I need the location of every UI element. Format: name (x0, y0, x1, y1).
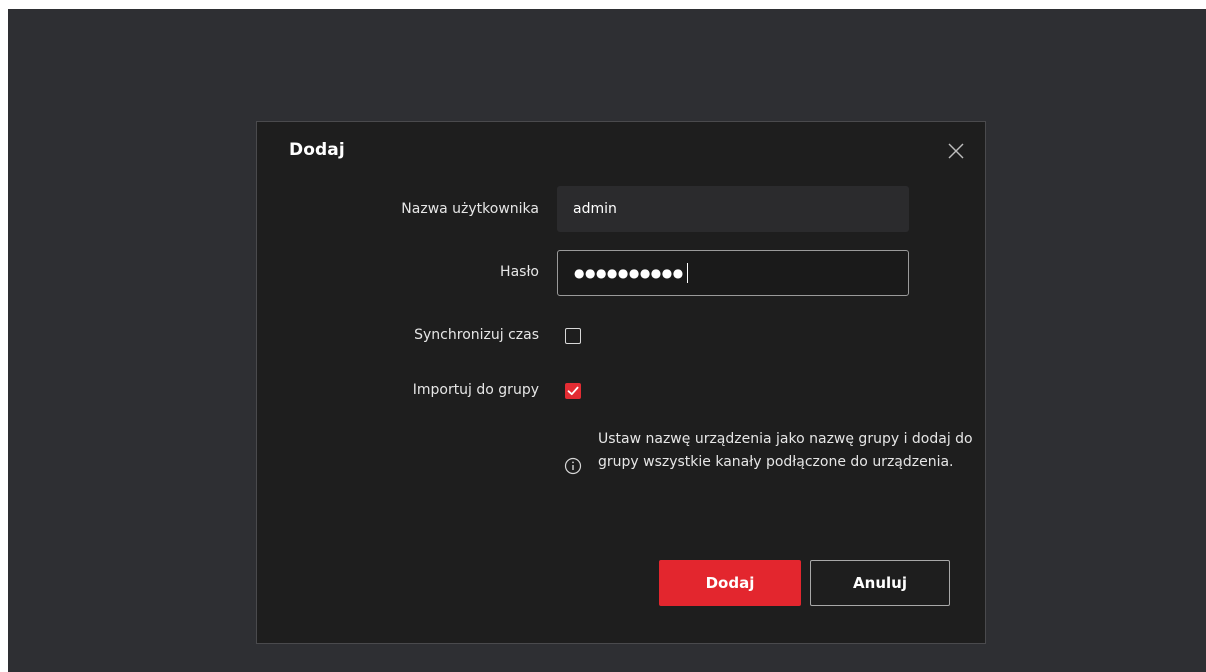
add-device-dialog: Dodaj Nazwa użytkownika admin Hasło ●●●●… (256, 121, 986, 644)
checkmark-icon (567, 386, 579, 396)
password-label: Hasło (500, 264, 539, 280)
info-icon (564, 457, 582, 475)
dialog-title: Dodaj (289, 140, 345, 160)
sync-time-checkbox[interactable] (565, 328, 581, 344)
password-input[interactable]: ●●●●●●●●●● (557, 250, 909, 296)
import-group-label: Importuj do grupy (412, 382, 539, 398)
sync-time-label: Synchronizuj czas (414, 327, 539, 343)
close-icon (948, 143, 964, 159)
cancel-button[interactable]: Anuluj (810, 560, 950, 606)
close-button[interactable] (947, 142, 965, 160)
username-label: Nazwa użytkownika (401, 201, 539, 217)
add-button[interactable]: Dodaj (659, 560, 801, 606)
import-group-checkbox[interactable] (565, 383, 581, 399)
info-text: Ustaw nazwę urządzenia jako nazwę grupy … (598, 431, 973, 470)
text-caret (686, 263, 688, 283)
username-value: admin (573, 201, 617, 217)
password-masked-value: ●●●●●●●●●● (574, 266, 684, 280)
username-input[interactable]: admin (557, 186, 909, 232)
